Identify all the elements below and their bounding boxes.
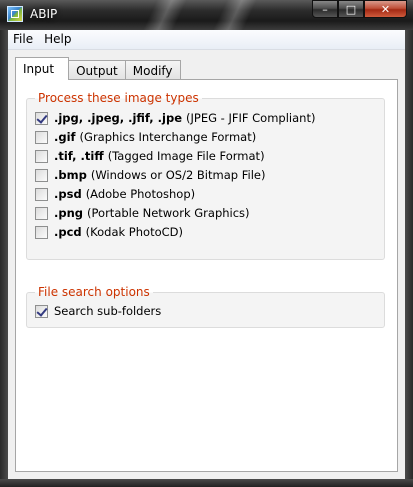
image-types-group: Process these image types .jpg, .jpeg, .… [26, 91, 385, 260]
close-button[interactable]: ✕ [364, 0, 407, 18]
image-type-description: (Graphics Interchange Format) [79, 130, 257, 144]
image-type-checkbox[interactable] [35, 149, 48, 163]
tab-input[interactable]: Input [15, 57, 70, 80]
window-frame-right [405, 30, 413, 487]
image-type-description: (JPEG - JFIF Compliant) [186, 111, 316, 125]
image-type-extension: .jpg, .jpeg, .jfif, .jpe [54, 111, 183, 125]
image-type-extension: .tif, .tiff [54, 149, 104, 163]
search-options-group: File search options Search sub-folders [26, 285, 385, 328]
image-type-checkbox[interactable] [35, 111, 48, 125]
app-icon[interactable] [7, 6, 23, 22]
menu-bar: File Help [8, 30, 405, 50]
image-type-checkbox[interactable] [35, 130, 48, 144]
tab-modify[interactable]: Modify [124, 60, 181, 80]
image-type-checkbox[interactable] [35, 168, 48, 182]
tab-output[interactable]: Output [68, 60, 126, 80]
search-options-group-title: File search options [35, 285, 153, 299]
glass-streak [143, 0, 187, 30]
image-type-checkbox[interactable] [35, 206, 48, 220]
image-type-checkbox[interactable] [35, 187, 48, 201]
image-type-description: (Portable Network Graphics) [87, 206, 250, 220]
image-type-option[interactable]: .gif (Graphics Interchange Format) [35, 129, 256, 145]
search-subfolders-option[interactable]: Search sub-folders [35, 303, 161, 319]
window-frame-left [0, 30, 8, 487]
image-type-option[interactable]: .jpg, .jpeg, .jfif, .jpe (JPEG - JFIF Com… [35, 110, 315, 126]
image-type-description: (Adobe Photoshop) [85, 187, 196, 201]
menu-file[interactable]: File [8, 30, 39, 49]
glass-streak [213, 0, 257, 30]
image-type-extension: .bmp [54, 168, 87, 182]
image-types-group-title: Process these image types [35, 91, 202, 105]
image-type-extension: .psd [54, 187, 82, 201]
image-type-extension: .pcd [54, 225, 82, 239]
minimize-button[interactable]: – [312, 0, 338, 18]
image-type-option[interactable]: .bmp (Windows or OS/2 Bitmap File) [35, 167, 265, 183]
menu-help[interactable]: Help [39, 30, 77, 49]
search-subfolders-label: Search sub-folders [54, 304, 162, 318]
tab-strip: Input Output Modify [15, 57, 181, 80]
image-type-description: (Windows or OS/2 Bitmap File) [90, 168, 266, 182]
image-type-option[interactable]: .psd (Adobe Photoshop) [35, 186, 195, 202]
input-tab-panel: Process these image types .jpg, .jpeg, .… [15, 79, 398, 472]
title-bar[interactable]: ABIP – □ ✕ [0, 0, 413, 30]
image-type-option[interactable]: .png (Portable Network Graphics) [35, 205, 250, 221]
client-area: File Help Input Output Modify Process th… [8, 30, 405, 479]
image-type-option[interactable]: .pcd (Kodak PhotoCD) [35, 224, 183, 240]
search-subfolders-checkbox[interactable] [35, 304, 48, 318]
image-type-extension: .png [54, 206, 84, 220]
window-frame-bottom [0, 479, 413, 487]
image-type-checkbox[interactable] [35, 225, 48, 239]
window-title: ABIP [30, 7, 58, 21]
image-type-option[interactable]: .tif, .tiff (Tagged Image File Format) [35, 148, 265, 164]
image-type-extension: .gif [54, 130, 76, 144]
image-type-description: (Kodak PhotoCD) [85, 225, 183, 239]
image-type-description: (Tagged Image File Format) [107, 149, 265, 163]
maximize-button[interactable]: □ [338, 0, 364, 18]
